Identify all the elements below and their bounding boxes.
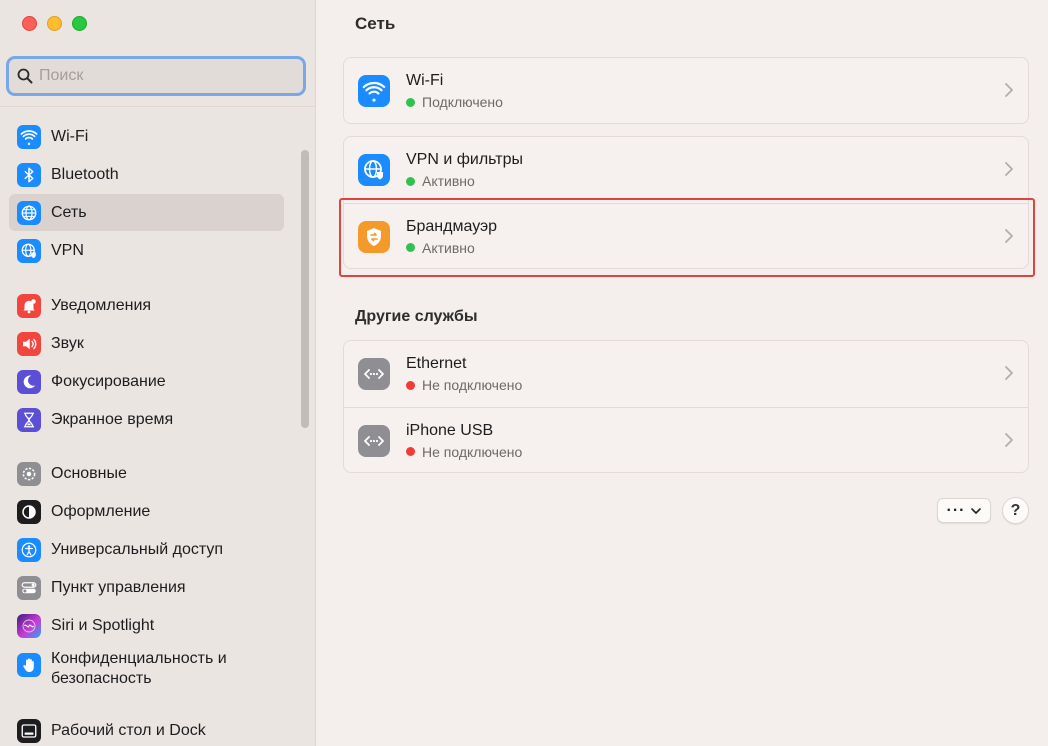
- service-title: VPN и фильтры: [406, 151, 523, 168]
- chevron-right-icon: [1005, 366, 1013, 380]
- sidebar-item-focus[interactable]: Фокусирование: [9, 363, 284, 400]
- help-button[interactable]: ?: [1002, 497, 1029, 524]
- sidebar-item-label: Звук: [51, 334, 84, 352]
- service-status-text: Активно: [422, 173, 475, 189]
- status-dot-disconnected: [406, 380, 415, 390]
- search-icon: [17, 68, 33, 84]
- status-dot-disconnected: [406, 447, 415, 456]
- window-controls: [22, 16, 87, 31]
- siri-icon: [17, 613, 41, 638]
- sidebar-item-label: Уведомления: [51, 296, 152, 314]
- status-dot-connected: [406, 97, 415, 107]
- other-services-heading: Другие службы: [355, 308, 478, 325]
- sidebar-item-label: Сеть: [51, 203, 87, 221]
- hand-icon: [17, 653, 41, 677]
- sidebar-item-label: Wi-Fi: [51, 127, 89, 145]
- sidebar-item-control-center[interactable]: Пункт управления: [9, 569, 284, 606]
- sidebar-item-sound[interactable]: Звук: [9, 325, 284, 362]
- sidebar-item-label: Конфиденциальность и безопасность: [51, 650, 227, 687]
- service-status-text: Подключено: [422, 94, 503, 110]
- service-status-text: Не подключено: [422, 443, 523, 460]
- sidebar-item-label: Основные: [51, 464, 127, 482]
- service-status: Не подключено: [406, 377, 522, 393]
- wifi-icon: [358, 75, 390, 107]
- sidebar-scrollbar[interactable]: [301, 150, 309, 428]
- wifi-card: Wi-Fi Подключено: [343, 57, 1029, 124]
- ethernet-icon: [358, 358, 390, 390]
- sidebar-item-screen-time[interactable]: Экранное время: [9, 401, 284, 438]
- speaker-icon: [17, 331, 41, 356]
- sidebar-item-label: Оформление: [51, 502, 151, 520]
- sidebar-item-bluetooth[interactable]: Bluetooth: [9, 156, 284, 193]
- moon-icon: [17, 369, 41, 394]
- sidebar: Wi-Fi Bluetooth Сеть VPN Уведомления Зву…: [0, 0, 316, 746]
- wifi-icon: [17, 124, 41, 149]
- dock-icon: [17, 718, 41, 743]
- service-row-iphone-usb[interactable]: iPhone USB Не подключено: [344, 407, 1028, 473]
- sidebar-item-wifi[interactable]: Wi-Fi: [9, 118, 284, 155]
- close-window-button[interactable]: [22, 16, 37, 31]
- sidebar-item-label: VPN: [51, 241, 84, 259]
- ellipsis-icon: ···: [946, 501, 966, 519]
- accessibility-icon: [17, 537, 41, 562]
- service-title: Ethernet: [406, 355, 467, 372]
- search-input[interactable]: [39, 67, 279, 85]
- sidebar-item-vpn[interactable]: VPN: [9, 232, 284, 269]
- sidebar-item-label: Пункт управления: [51, 578, 186, 596]
- control-center-icon: [17, 575, 41, 600]
- minimize-window-button[interactable]: [47, 16, 62, 31]
- chevron-right-icon: [1005, 83, 1013, 97]
- service-status: Не подключено: [406, 444, 522, 460]
- service-status-text: Не подключено: [422, 377, 523, 393]
- status-dot-active: [406, 176, 415, 186]
- sidebar-item-label: Универсальный доступ: [51, 540, 224, 558]
- chevron-right-icon: [1005, 433, 1013, 447]
- sidebar-item-network[interactable]: Сеть: [9, 194, 284, 231]
- page-title: Сеть: [355, 14, 396, 33]
- service-status: Активно: [406, 173, 523, 189]
- ethernet-icon: [358, 424, 390, 457]
- sidebar-item-accessibility[interactable]: Универсальный доступ: [9, 531, 284, 568]
- sidebar-item-label: Siri и Spotlight: [51, 616, 155, 634]
- sidebar-item-privacy[interactable]: Конфиденциальность и безопасность: [9, 649, 284, 693]
- more-actions-button[interactable]: ···: [937, 498, 991, 523]
- search-field[interactable]: [6, 56, 306, 96]
- hourglass-icon: [17, 407, 41, 432]
- sidebar-item-label: Рабочий стол и Dock: [51, 721, 206, 739]
- zoom-window-button[interactable]: [72, 16, 87, 31]
- sidebar-item-appearance[interactable]: Оформление: [9, 493, 284, 530]
- chevron-down-icon: [971, 507, 982, 514]
- sidebar-item-desktop-dock[interactable]: Рабочий стол и Dock: [9, 712, 284, 746]
- bluetooth-icon: [17, 162, 41, 187]
- service-title: Wi-Fi: [406, 72, 444, 89]
- sidebar-divider: [0, 106, 316, 107]
- vpn-globe-icon: [358, 154, 390, 186]
- gear-icon: [17, 461, 41, 486]
- service-row-vpn[interactable]: VPN и фильтры Активно: [344, 137, 1028, 203]
- chevron-right-icon: [1005, 162, 1013, 176]
- globe-icon: [17, 200, 41, 225]
- firewall-highlight-box: [339, 198, 1035, 277]
- service-row-ethernet[interactable]: Ethernet Не подключено: [344, 341, 1028, 407]
- sidebar-item-notifications[interactable]: Уведомления: [9, 287, 284, 324]
- sidebar-item-label: Фокусирование: [51, 372, 166, 390]
- service-status: Подключено: [406, 94, 503, 110]
- bell-icon: [17, 293, 41, 318]
- service-row-wifi[interactable]: Wi-Fi Подключено: [344, 58, 1028, 124]
- vpn-globe-icon: [17, 238, 41, 263]
- sidebar-item-general[interactable]: Основные: [9, 455, 284, 492]
- other-services-card: Ethernet Не подключено iPhone USB Не под…: [343, 340, 1029, 473]
- appearance-icon: [17, 499, 41, 524]
- sidebar-item-label: Bluetooth: [51, 165, 119, 183]
- sidebar-item-siri[interactable]: Siri и Spotlight: [9, 607, 284, 644]
- sidebar-item-label: Экранное время: [51, 410, 174, 428]
- service-title: iPhone USB: [406, 421, 494, 439]
